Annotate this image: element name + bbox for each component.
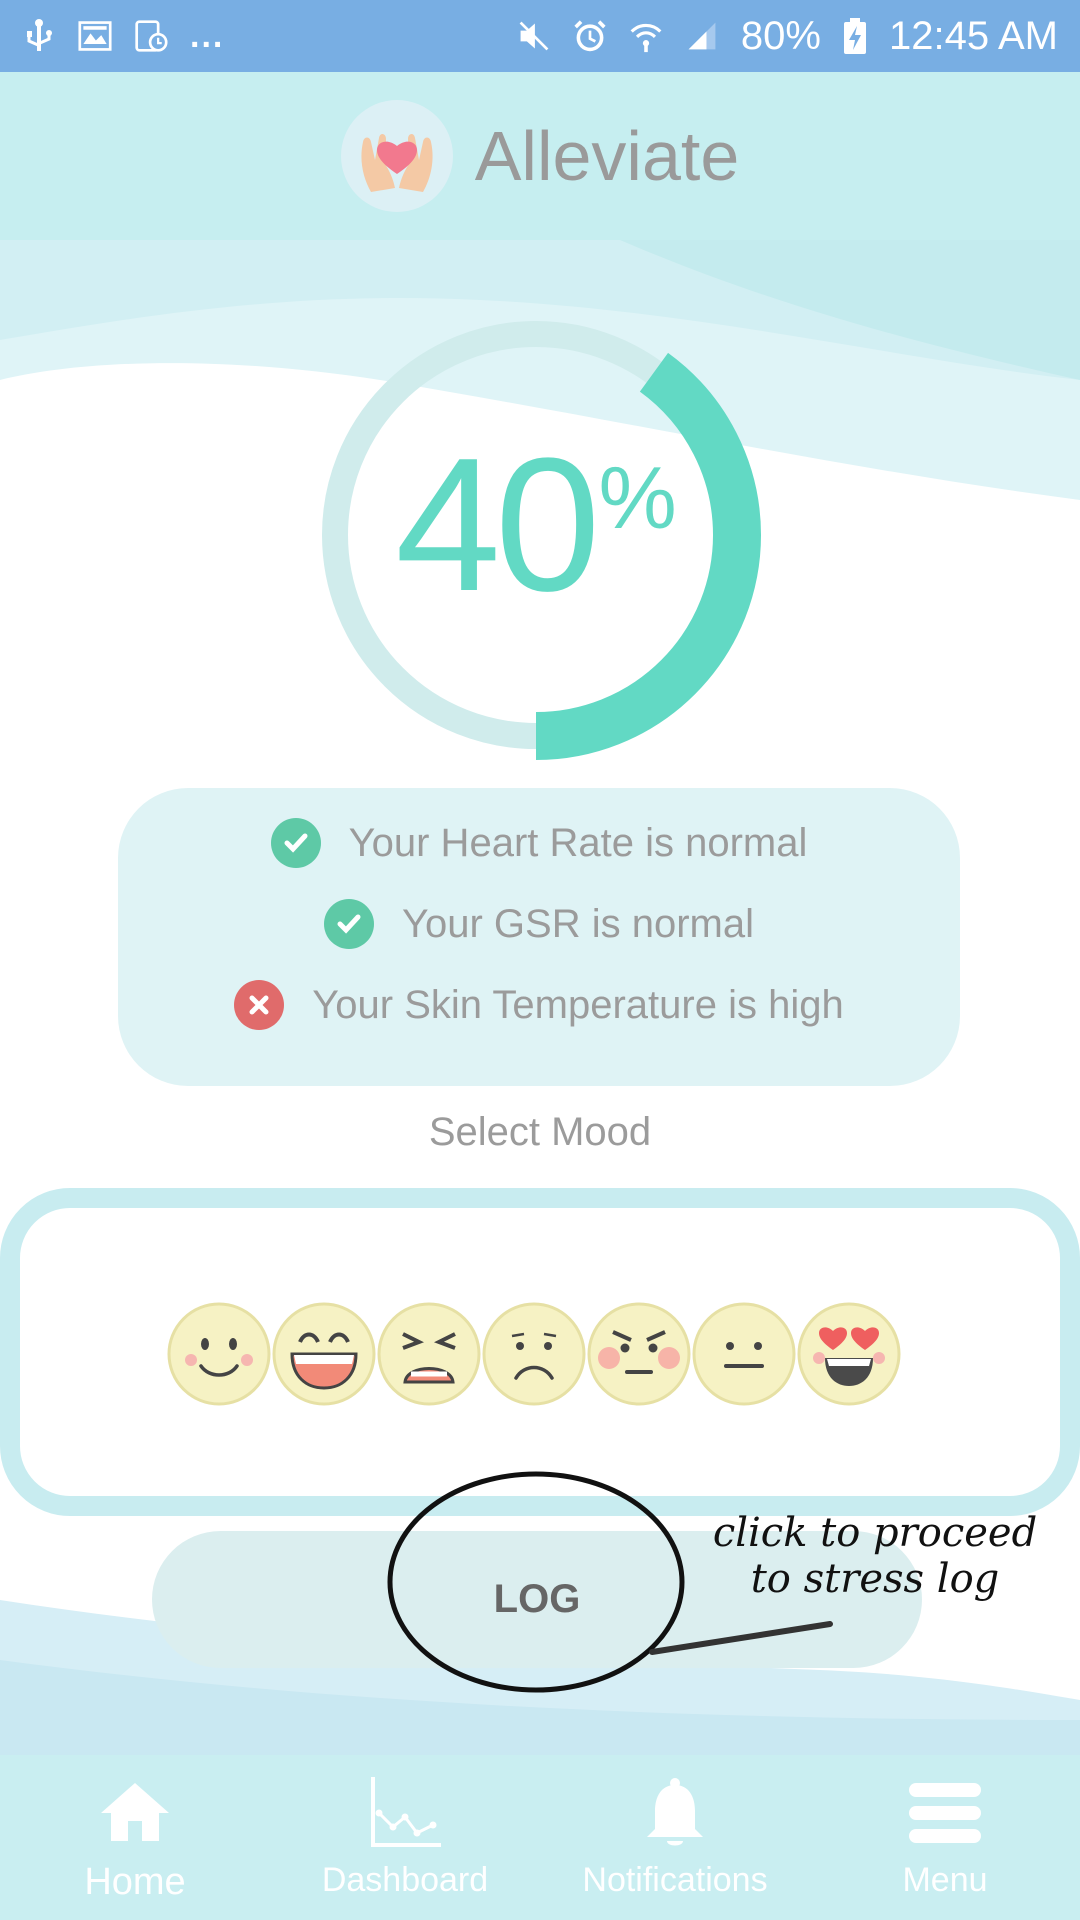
status-time: 12:45 AM [888, 13, 1058, 58]
annotation-line-1: click to proceed [712, 1510, 1038, 1556]
nav-label: Home [84, 1861, 186, 1903]
vital-row-skin-temperature: Your Skin Temperature is high [118, 975, 960, 1035]
frowning-face-icon[interactable] [482, 1302, 586, 1406]
check-circle-icon [270, 818, 321, 868]
annotation-note: click to proceed to stress log [690, 1510, 1060, 1602]
select-mood-label: Select Mood [428, 1110, 652, 1154]
stress-percent-sign: % [598, 448, 677, 547]
app-header: Alleviate [0, 72, 1080, 240]
vital-text: Your Skin Temperature is high [312, 982, 844, 1027]
status-overflow: ... [190, 16, 225, 55]
menu-icon [909, 1783, 981, 1843]
mood-options [167, 1302, 903, 1406]
hands-heart-icon [340, 100, 453, 212]
angry-face-icon[interactable] [587, 1302, 691, 1406]
chart-icon [371, 1777, 441, 1847]
app-title: Alleviate [474, 117, 740, 195]
vital-text: Your Heart Rate is normal [348, 820, 808, 865]
nav-notifications[interactable]: Notifications [540, 1755, 810, 1920]
x-circle-icon [234, 980, 285, 1030]
heart-eyes-face-icon[interactable] [797, 1302, 901, 1406]
annotation-line-2: to stress log [750, 1556, 1000, 1602]
status-bar: ... 80% 12:45 AM [0, 0, 1080, 72]
battery-charging-icon [843, 18, 866, 54]
vitals-status-card: Your Heart Rate is normal Your GSR is no… [118, 788, 960, 1086]
wifi-icon [630, 23, 662, 53]
distressed-face-icon[interactable] [377, 1302, 481, 1406]
mute-icon [519, 21, 549, 51]
bottom-navigation: Home Dashboard Notifications Menu [0, 1755, 1080, 1920]
smiling-face-icon[interactable] [167, 1302, 271, 1406]
screen-timer-icon [135, 20, 168, 52]
signal-icon [688, 22, 716, 50]
home-screen: ... 80% 12:45 AM Alleviate 40 % Your Hea… [0, 0, 1080, 1920]
bell-icon [647, 1778, 703, 1846]
status-left-icons: ... [22, 17, 224, 56]
stress-number: 40 [395, 419, 600, 631]
vital-row-heart-rate: Your Heart Rate is normal [118, 813, 960, 873]
alarm-icon [574, 20, 606, 52]
nav-label: Dashboard [321, 1861, 489, 1899]
nav-dashboard[interactable]: Dashboard [270, 1755, 540, 1920]
gallery-icon [78, 21, 112, 51]
vital-row-gsr: Your GSR is normal [118, 894, 960, 954]
nav-menu[interactable]: Menu [810, 1755, 1080, 1920]
nav-home[interactable]: Home [0, 1755, 270, 1920]
home-icon [101, 1783, 169, 1841]
neutral-face-icon[interactable] [692, 1302, 796, 1406]
nav-label: Menu [902, 1861, 988, 1899]
battery-percentage: 80% [740, 13, 821, 58]
usb-icon [27, 19, 52, 51]
grinning-face-icon[interactable] [272, 1302, 376, 1406]
check-circle-icon [324, 899, 374, 949]
vital-text: Your GSR is normal [402, 901, 754, 946]
nav-label: Notifications [582, 1861, 768, 1899]
stress-percentage: 40 % [311, 430, 761, 630]
status-right-icons: 80% 12:45 AM [517, 14, 1058, 59]
